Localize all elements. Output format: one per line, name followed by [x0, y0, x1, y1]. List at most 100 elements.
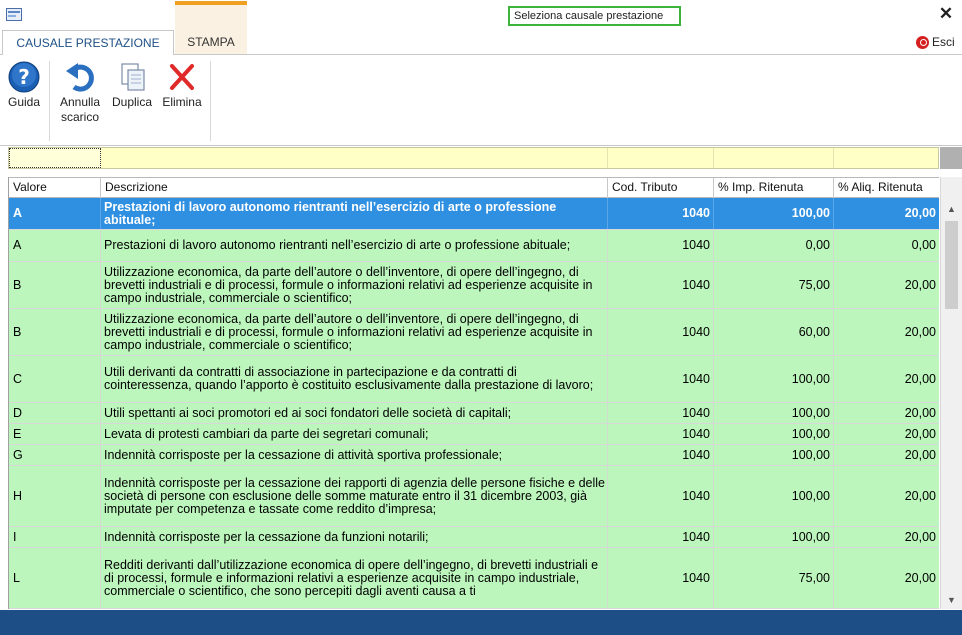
cell-aliq-ritenuta: 0,00	[834, 230, 939, 261]
ribbon-separator	[49, 61, 50, 141]
cell-descrizione: Utili derivanti da contratti di associaz…	[101, 356, 608, 402]
cell-imp-ritenuta: 75,00	[714, 548, 834, 608]
duplicate-icon	[121, 63, 145, 91]
cell-imp-ritenuta: 0,00	[714, 230, 834, 261]
tab-causale-prestazione[interactable]: CAUSALE PRESTAZIONE	[2, 30, 174, 55]
app-icon	[6, 8, 22, 21]
scroll-thumb[interactable]	[945, 221, 958, 309]
cell-valore: I	[9, 527, 101, 547]
cell-cod-tributo: 1040	[608, 466, 714, 526]
cell-valore: A	[9, 198, 101, 229]
filter-aliq-ritenuta-input[interactable]	[834, 148, 938, 168]
scroll-down-icon[interactable]: ▼	[941, 592, 962, 608]
close-icon[interactable]: ✕	[937, 5, 955, 23]
guida-button[interactable]: ? Guida	[4, 61, 44, 110]
elimina-label: Elimina	[162, 95, 202, 109]
table-row[interactable]: E Levata di protesti cambiari da parte de…	[9, 424, 939, 445]
esci-label: Esci	[932, 35, 955, 49]
table-row[interactable]: A Prestazioni di lavoro autonomo rientran…	[9, 230, 939, 262]
column-header-descrizione[interactable]: Descrizione	[101, 178, 608, 198]
cell-descrizione: Utili spettanti ai soci promotori ed ai …	[101, 403, 608, 423]
cell-cod-tributo: 1040	[608, 548, 714, 608]
cell-aliq-ritenuta: 20,00	[834, 198, 939, 229]
table-row[interactable]: B Utilizzazione economica, da parte dell’…	[9, 262, 939, 309]
filter-row	[8, 147, 939, 169]
cell-imp-ritenuta: 60,00	[714, 309, 834, 355]
cell-aliq-ritenuta: 20,00	[834, 356, 939, 402]
table-row[interactable]: D Utili spettanti ai soci promotori ed ai…	[9, 403, 939, 424]
cell-imp-ritenuta: 100,00	[714, 445, 834, 465]
title-bar: Seleziona causale prestazione ✕	[0, 0, 962, 30]
vertical-scrollbar[interactable]: ▲ ▼	[940, 177, 962, 609]
cell-valore: B	[9, 262, 101, 308]
status-bar	[0, 610, 962, 635]
table-row[interactable]: H Indennità corrisposte per la cessazione…	[9, 466, 939, 527]
svg-text:?: ?	[18, 65, 30, 89]
table-row[interactable]: I Indennità corrisposte per la cessazione…	[9, 527, 939, 548]
filter-scroll-block	[940, 147, 962, 169]
esci-button[interactable]: Esci	[916, 34, 955, 50]
causali-grid: Valore Descrizione Cod. Tributo % Imp. R…	[8, 177, 939, 609]
duplica-button[interactable]: Duplica	[107, 61, 157, 110]
filter-valore-input[interactable]	[9, 148, 101, 168]
cell-cod-tributo: 1040	[608, 424, 714, 444]
help-icon: ?	[8, 61, 40, 93]
column-header-aliq-ritenuta[interactable]: % Aliq. Ritenuta	[834, 178, 939, 198]
cell-descrizione: Prestazioni di lavoro autonomo rientrant…	[101, 230, 608, 261]
exit-icon	[916, 35, 929, 49]
table-row[interactable]: B Utilizzazione economica, da parte dell’…	[9, 309, 939, 356]
cell-aliq-ritenuta: 20,00	[834, 527, 939, 547]
column-header-valore[interactable]: Valore	[9, 178, 101, 198]
table-row[interactable]: G Indennità corrisposte per la cessazione…	[9, 445, 939, 466]
grid-header: Valore Descrizione Cod. Tributo % Imp. R…	[9, 177, 939, 198]
annulla-scarico-button[interactable]: Annulla scarico	[55, 61, 105, 125]
cell-descrizione: Indennità corrisposte per la cessazione …	[101, 445, 608, 465]
table-row[interactable]: C Utili derivanti da contratti di associa…	[9, 356, 939, 403]
cell-valore: L	[9, 548, 101, 608]
cell-cod-tributo: 1040	[608, 262, 714, 308]
cell-imp-ritenuta: 100,00	[714, 527, 834, 547]
undo-icon	[66, 63, 94, 92]
ribbon-toolbar: ? Guida Annulla scarico Duplica Elimina	[0, 54, 962, 146]
window-title: Seleziona causale prestazione	[508, 6, 681, 26]
cell-valore: E	[9, 424, 101, 444]
filter-cod-tributo-input[interactable]	[608, 148, 714, 168]
cell-descrizione: Redditi derivanti dall’utilizzazione eco…	[101, 548, 608, 608]
cell-aliq-ritenuta: 20,00	[834, 424, 939, 444]
column-header-cod-tributo[interactable]: Cod. Tributo	[608, 178, 714, 198]
filter-descrizione-input[interactable]	[101, 148, 608, 168]
ribbon-separator	[210, 61, 211, 141]
cell-imp-ritenuta: 100,00	[714, 198, 834, 229]
cell-cod-tributo: 1040	[608, 527, 714, 547]
column-header-imp-ritenuta[interactable]: % Imp. Ritenuta	[714, 178, 834, 198]
filter-imp-ritenuta-input[interactable]	[714, 148, 834, 168]
cell-aliq-ritenuta: 20,00	[834, 403, 939, 423]
cell-cod-tributo: 1040	[608, 309, 714, 355]
tab-stampa[interactable]: STAMPA	[175, 30, 247, 55]
cell-descrizione: Utilizzazione economica, da parte dell’a…	[101, 309, 608, 355]
cell-imp-ritenuta: 100,00	[714, 356, 834, 402]
cell-descrizione: Levata di protesti cambiari da parte dei…	[101, 424, 608, 444]
duplica-label: Duplica	[111, 95, 153, 109]
cell-cod-tributo: 1040	[608, 356, 714, 402]
cell-cod-tributo: 1040	[608, 230, 714, 261]
cell-valore: A	[9, 230, 101, 261]
delete-icon	[170, 64, 194, 90]
cell-cod-tributo: 1040	[608, 445, 714, 465]
cell-valore: G	[9, 445, 101, 465]
scroll-up-icon[interactable]: ▲	[941, 201, 962, 217]
cell-descrizione: Utilizzazione economica, da parte dell’a…	[101, 262, 608, 308]
cell-cod-tributo: 1040	[608, 403, 714, 423]
elimina-button[interactable]: Elimina	[158, 61, 206, 110]
cell-aliq-ritenuta: 20,00	[834, 466, 939, 526]
cell-descrizione: Indennità corrisposte per la cessazione …	[101, 466, 608, 526]
filter-bar	[0, 147, 962, 172]
cell-valore: H	[9, 466, 101, 526]
cell-imp-ritenuta: 100,00	[714, 424, 834, 444]
cell-valore: B	[9, 309, 101, 355]
table-row[interactable]: A Prestazioni di lavoro autonomo rientran…	[9, 198, 939, 230]
cell-aliq-ritenuta: 20,00	[834, 548, 939, 608]
cell-aliq-ritenuta: 20,00	[834, 309, 939, 355]
table-row[interactable]: L Redditi derivanti dall’utilizzazione ec…	[9, 548, 939, 609]
annulla-label-line2: scarico	[60, 110, 99, 124]
